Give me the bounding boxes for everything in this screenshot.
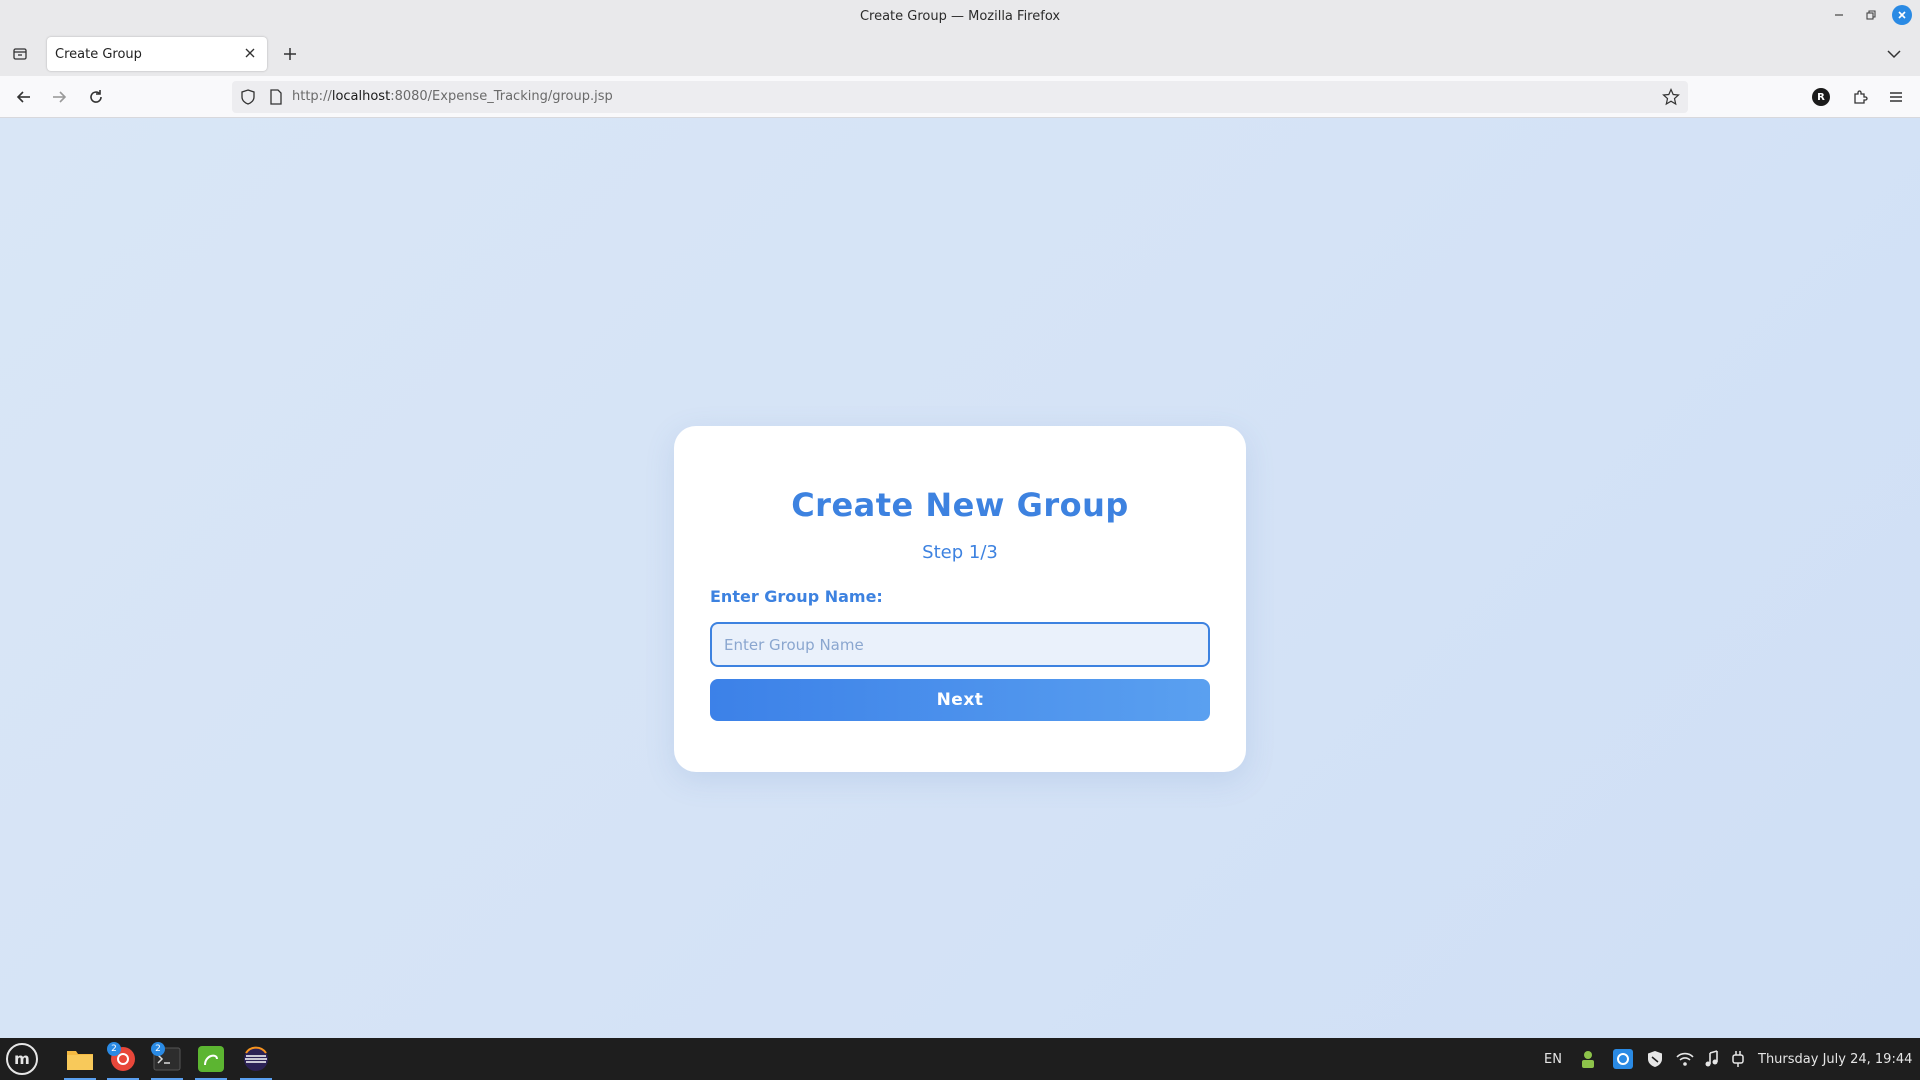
taskbar-app-terminal[interactable]: 2 <box>149 1042 185 1080</box>
firefox-view-icon <box>13 48 27 60</box>
restore-icon <box>1866 10 1876 20</box>
taskbar-app-green[interactable] <box>193 1042 229 1080</box>
keyboard-layout-indicator[interactable]: EN <box>1544 1038 1562 1080</box>
group-name-input[interactable] <box>710 622 1210 667</box>
puzzle-icon <box>1854 90 1868 104</box>
page-icon[interactable] <box>268 89 284 105</box>
account-avatar[interactable]: R <box>1812 88 1830 106</box>
next-button[interactable]: Next <box>710 679 1210 721</box>
reload-button[interactable] <box>84 85 108 109</box>
minimize-button[interactable] <box>1828 4 1850 26</box>
reload-icon <box>90 90 102 103</box>
extensions-button[interactable] <box>1848 85 1872 109</box>
start-menu-button[interactable]: m <box>6 1043 38 1075</box>
green-app-icon <box>198 1046 224 1072</box>
folder-icon <box>67 1051 93 1070</box>
tab-close-button[interactable] <box>241 46 259 62</box>
taskbar-app-browser[interactable]: 2 <box>105 1042 141 1080</box>
list-all-tabs-button[interactable] <box>1882 42 1906 66</box>
sync-icon <box>1613 1049 1633 1069</box>
power-tray[interactable] <box>1730 1038 1746 1080</box>
page-title: Create New Group <box>791 486 1129 524</box>
new-tab-button[interactable] <box>278 42 302 66</box>
security-tray[interactable] <box>1646 1038 1664 1080</box>
sound-tray[interactable] <box>1704 1038 1720 1080</box>
forward-button[interactable] <box>47 85 71 109</box>
window-count-badge: 2 <box>151 1042 165 1056</box>
url-scheme: http:// <box>292 89 332 104</box>
power-plug-icon <box>1732 1051 1744 1067</box>
group-name-label: Enter Group Name: <box>710 587 883 606</box>
window-controls <box>1828 4 1912 26</box>
navigation-toolbar: http://localhost:8080/Expense_Tracking/g… <box>0 76 1920 118</box>
eclipse-icon <box>244 1046 268 1071</box>
create-group-card: Create New Group Step 1/3 Enter Group Na… <box>674 426 1246 772</box>
restore-button[interactable] <box>1860 4 1882 26</box>
minimize-icon <box>1835 14 1843 16</box>
arrow-left-icon <box>16 91 30 103</box>
close-icon <box>1898 11 1906 19</box>
app-menu-button[interactable] <box>1884 85 1908 109</box>
page-content: Create New Group Step 1/3 Enter Group Na… <box>0 118 1920 1038</box>
url-path: :8080/Expense_Tracking/group.jsp <box>390 89 613 104</box>
wifi-icon <box>1676 1052 1694 1066</box>
update-manager-tray[interactable] <box>1578 1038 1598 1080</box>
close-window-button[interactable] <box>1892 5 1912 25</box>
back-button[interactable] <box>12 85 36 109</box>
shield-icon <box>1648 1051 1662 1067</box>
hamburger-menu-icon <box>1890 92 1902 102</box>
sync-tray[interactable] <box>1612 1038 1634 1080</box>
url-host: localhost <box>331 89 391 104</box>
taskbar: m 2 2 EN Thursday July 24, 19:44 <box>0 1038 1920 1080</box>
tab-strip: Create Group <box>0 32 1920 76</box>
window-titlebar: Create Group — Mozilla Firefox <box>0 0 1920 32</box>
update-manager-icon <box>1582 1051 1594 1068</box>
music-note-icon <box>1705 1050 1718 1067</box>
tab-title: Create Group <box>55 46 142 62</box>
shield-icon[interactable] <box>240 89 256 105</box>
firefox-view-button[interactable] <box>8 42 32 66</box>
mint-logo-icon: m <box>14 1050 30 1068</box>
step-indicator: Step 1/3 <box>922 542 998 563</box>
address-bar[interactable]: http://localhost:8080/Expense_Tracking/g… <box>232 81 1688 113</box>
window-title: Create Group — Mozilla Firefox <box>859 8 1061 24</box>
chevron-down-icon <box>1887 50 1901 59</box>
arrow-right-icon <box>53 91 67 103</box>
bookmark-star-icon[interactable] <box>1662 88 1680 106</box>
plus-icon <box>284 48 296 60</box>
taskbar-app-files[interactable] <box>62 1042 98 1080</box>
network-tray[interactable] <box>1676 1038 1694 1080</box>
window-count-badge: 2 <box>107 1042 121 1056</box>
taskbar-app-eclipse[interactable] <box>238 1042 274 1080</box>
close-icon <box>245 48 255 58</box>
clock[interactable]: Thursday July 24, 19:44 <box>1758 1038 1912 1080</box>
url-text[interactable]: http://localhost:8080/Expense_Tracking/g… <box>292 89 613 104</box>
tab-create-group[interactable]: Create Group <box>47 37 267 71</box>
